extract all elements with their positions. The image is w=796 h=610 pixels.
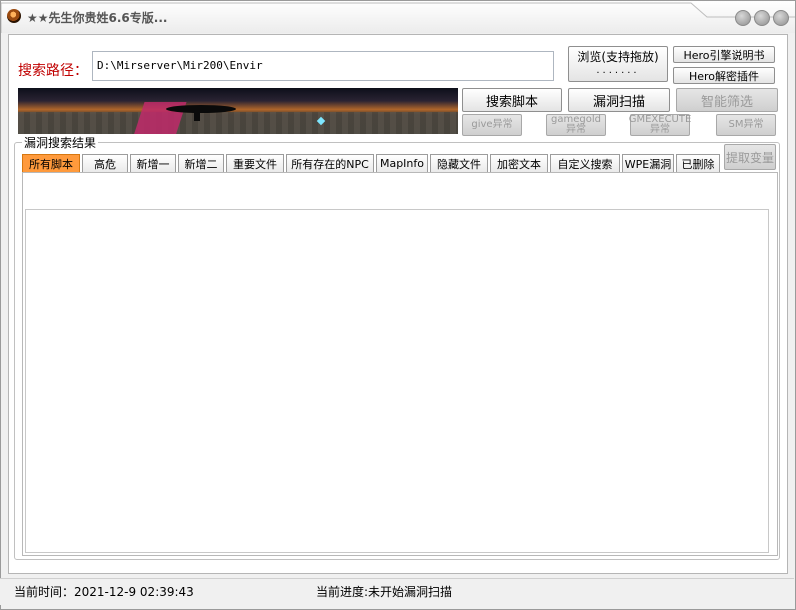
search-path-label: 搜索路径： — [18, 63, 88, 79]
browse-button[interactable]: 浏览(支持拖放) ....... — [568, 46, 668, 82]
maximize-icon[interactable] — [754, 10, 770, 26]
tab-mapinfo[interactable]: MapInfo — [376, 154, 428, 172]
gmexecute-abnormal-button[interactable]: GMEXECUTE 异常 — [629, 114, 691, 136]
search-path-input[interactable]: D:\Mirserver\Mir200\Envir — [92, 51, 554, 81]
tab-new-1[interactable]: 新增一 — [130, 154, 176, 172]
smart-filter-button[interactable]: 智能筛选 — [676, 88, 778, 112]
tab-content-panel — [22, 172, 778, 556]
banner-image — [18, 88, 458, 134]
search-script-button[interactable]: 搜索脚本 — [462, 88, 562, 112]
give-abnormal-button[interactable]: give异常 — [462, 114, 522, 136]
minimize-icon[interactable] — [735, 10, 751, 26]
tab-high-risk[interactable]: 高危 — [82, 154, 128, 172]
hero-decrypt-button[interactable]: Hero解密插件 — [673, 67, 775, 84]
tab-wpe-vuln[interactable]: WPE漏洞 — [622, 154, 674, 172]
tab-all-npc[interactable]: 所有存在的NPC — [286, 154, 374, 172]
browse-button-label: 浏览(支持拖放) — [577, 50, 659, 64]
tab-custom-search[interactable]: 自定义搜索 — [550, 154, 620, 172]
status-progress: 当前进度:未开始漏洞扫描 — [316, 585, 453, 599]
results-group-title: 漏洞搜索结果 — [22, 134, 99, 151]
results-list[interactable] — [25, 209, 769, 553]
hero-manual-button[interactable]: Hero引擎说明书 — [673, 46, 775, 63]
vuln-scan-button[interactable]: 漏洞扫描 — [568, 88, 670, 112]
gamegold-abnormal-button[interactable]: gamegold 异常 — [546, 114, 606, 136]
tab-deleted[interactable]: 已删除 — [676, 154, 720, 172]
tab-all-scripts[interactable]: 所有脚本 — [22, 154, 80, 172]
window-title: ★★先生你贵姓6.6专版... — [27, 11, 168, 25]
tab-encrypted-text[interactable]: 加密文本 — [490, 154, 548, 172]
close-icon[interactable] — [773, 10, 789, 26]
title-bar[interactable]: ★★先生你贵姓6.6专版... — [1, 1, 795, 33]
tree-silhouette — [166, 105, 236, 113]
browse-button-dots: ....... — [596, 65, 640, 76]
tab-hidden-files[interactable]: 隐藏文件 — [430, 154, 488, 172]
tab-important-files[interactable]: 重要文件 — [226, 154, 284, 172]
tab-new-2[interactable]: 新增二 — [178, 154, 224, 172]
extract-variable-button[interactable]: 提取变量 — [724, 144, 776, 170]
app-logo-icon — [7, 9, 21, 23]
status-time: 当前时间：2021-12-9 02:39:43 — [14, 585, 194, 599]
sm-abnormal-button[interactable]: SM异常 — [716, 114, 776, 136]
